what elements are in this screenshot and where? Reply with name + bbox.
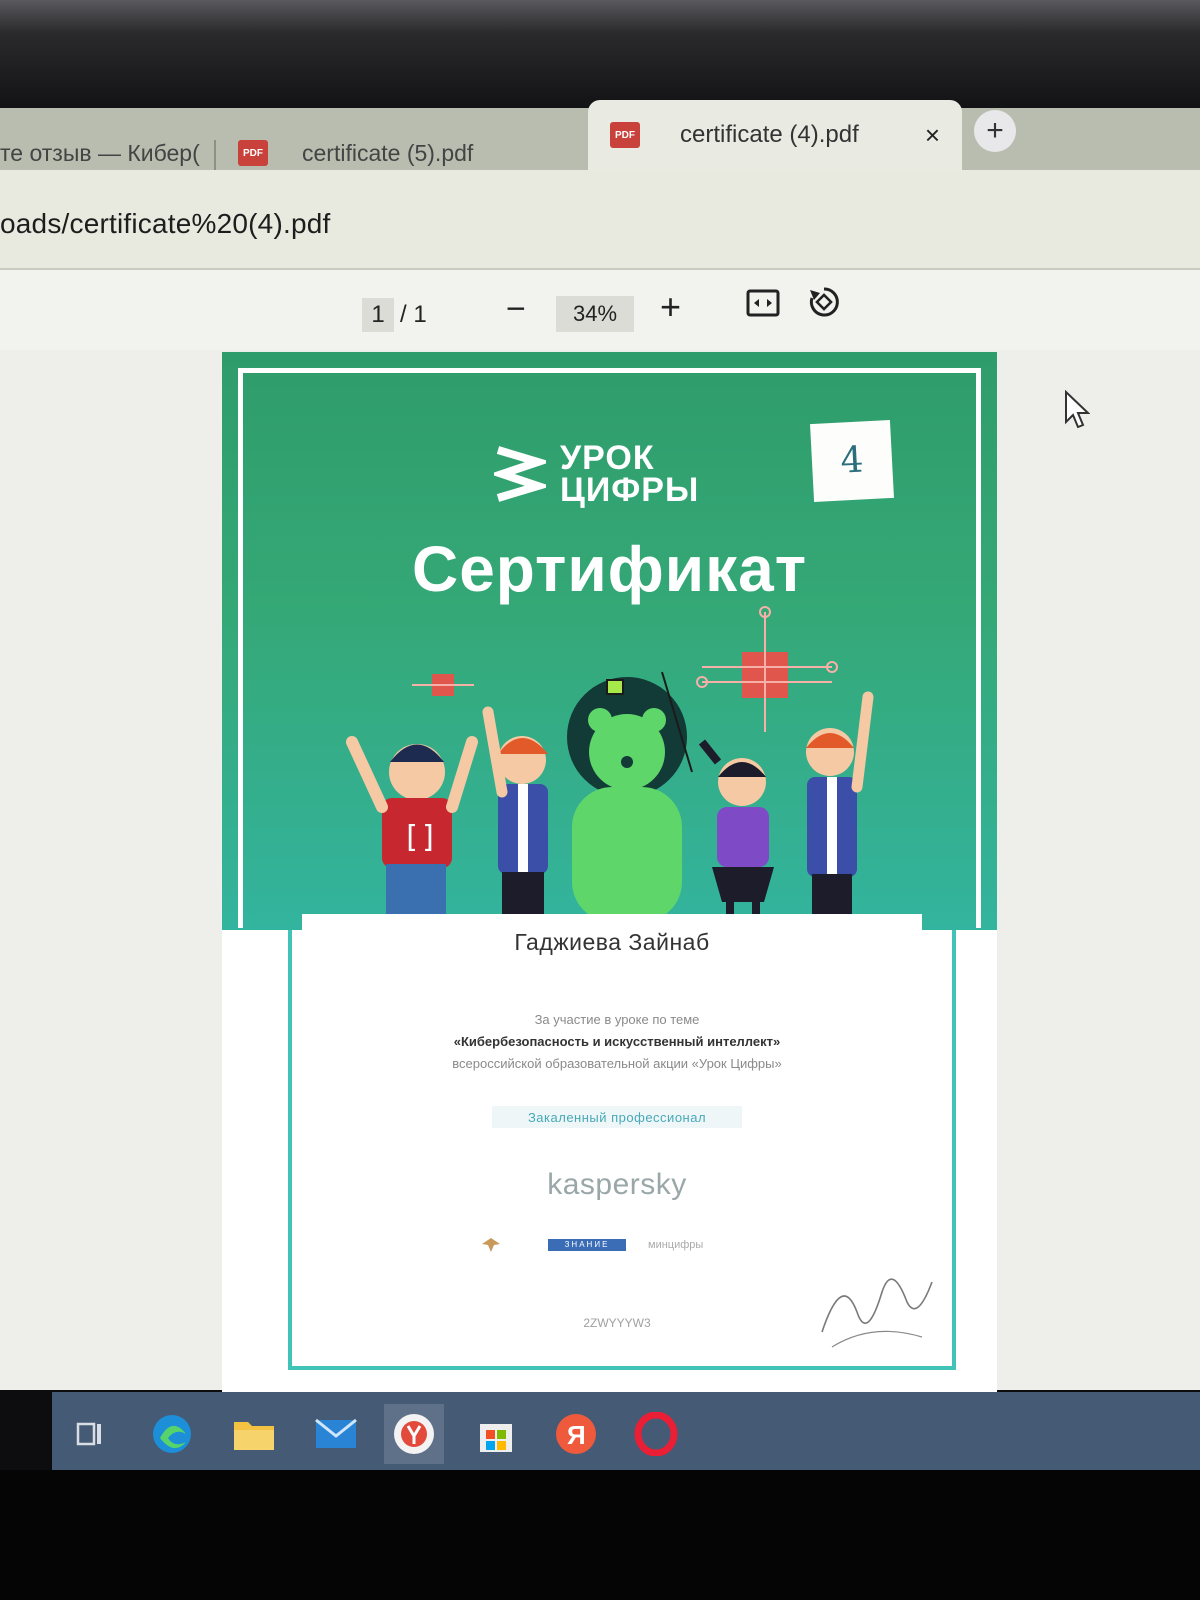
tab-label: certificate (4).pdf (680, 121, 859, 148)
logo-chevron-icon (494, 446, 546, 502)
emblem-icon (482, 1238, 500, 1252)
zoom-out-button[interactable]: − (506, 290, 526, 329)
tab-certificate-4[interactable]: PDF certificate (4).pdf × (588, 100, 962, 170)
monitor-bezel-bottom (0, 1470, 1200, 1600)
recipient-name: Гаджиева Зайнаб (302, 914, 922, 970)
address-bar[interactable]: oads/certificate%20(4).pdf (0, 170, 1200, 270)
new-tab-button[interactable]: + (974, 110, 1016, 152)
znanie-logo: ЗНАНИЕ (548, 1239, 626, 1251)
pdf-icon: PDF (238, 140, 268, 166)
mouse-cursor-icon (1065, 390, 1090, 429)
participation-text: За участие в уроке по теме (534, 1012, 700, 1027)
certificate-code: 2ZWYYYW3 (583, 1316, 651, 1330)
yandex-browser-icon[interactable] (384, 1404, 444, 1464)
fit-page-icon[interactable] (746, 288, 780, 318)
rotate-icon[interactable] (806, 284, 842, 320)
svg-text:[]: [] (402, 820, 438, 855)
urok-cifry-logo: УРОК ЦИФРЫ (494, 439, 700, 509)
sponsor-logo: kaspersky (547, 1168, 687, 1201)
tab-label: те отзыв — Кибер( (0, 139, 200, 166)
certificate-title: Сертификат (411, 533, 808, 605)
screen-photo: те отзыв — Кибер( PDF certificate (5).pd… (0, 0, 1200, 1600)
certificate-page: УРОК ЦИФРЫ 4 Сертификат [] Гаджиева Зайн… (222, 352, 997, 1392)
store-icon[interactable] (466, 1404, 526, 1464)
monitor-bezel-top (0, 0, 1200, 110)
characters-illustration: [] (346, 606, 874, 922)
address-url: oads/certificate%20(4).pdf (0, 208, 331, 239)
taskbar: Я (52, 1392, 1200, 1476)
file-explorer-icon[interactable] (224, 1404, 284, 1464)
mincifry-logo: минцифры (648, 1239, 704, 1251)
logo-line-1: УРОК (560, 439, 655, 477)
page-total: / 1 (400, 301, 427, 328)
handwritten-note: 4 (810, 419, 894, 503)
opera-icon[interactable] (626, 1404, 686, 1464)
pdf-toolbar: 1 / 1 − 34% + (0, 270, 1200, 350)
task-view-icon[interactable] (60, 1404, 120, 1464)
edge-icon[interactable] (142, 1404, 202, 1464)
lesson-topic: «Кибербезопасность и искусственный интел… (453, 1034, 781, 1049)
level-badge: Закаленный профессионал (527, 1110, 707, 1125)
partner-logos: ЗНАНИЕ минцифры (480, 1236, 703, 1254)
tab-label: certificate (5).pdf (302, 139, 474, 166)
mail-icon[interactable] (306, 1404, 366, 1464)
svg-text:Я: Я (567, 1420, 586, 1450)
signature-icon (821, 1278, 933, 1348)
tab-separator (214, 140, 216, 174)
page-number-input[interactable]: 1 (362, 298, 394, 332)
logo-line-2: ЦИФРЫ (560, 471, 700, 509)
yandex-icon[interactable]: Я (546, 1404, 606, 1464)
zoom-in-button[interactable]: + (660, 286, 681, 328)
close-tab-icon[interactable]: × (925, 120, 940, 151)
pdf-icon: PDF (610, 122, 640, 148)
zoom-level[interactable]: 34% (556, 296, 634, 332)
event-name: всероссийской образовательной акции «Уро… (452, 1056, 782, 1071)
